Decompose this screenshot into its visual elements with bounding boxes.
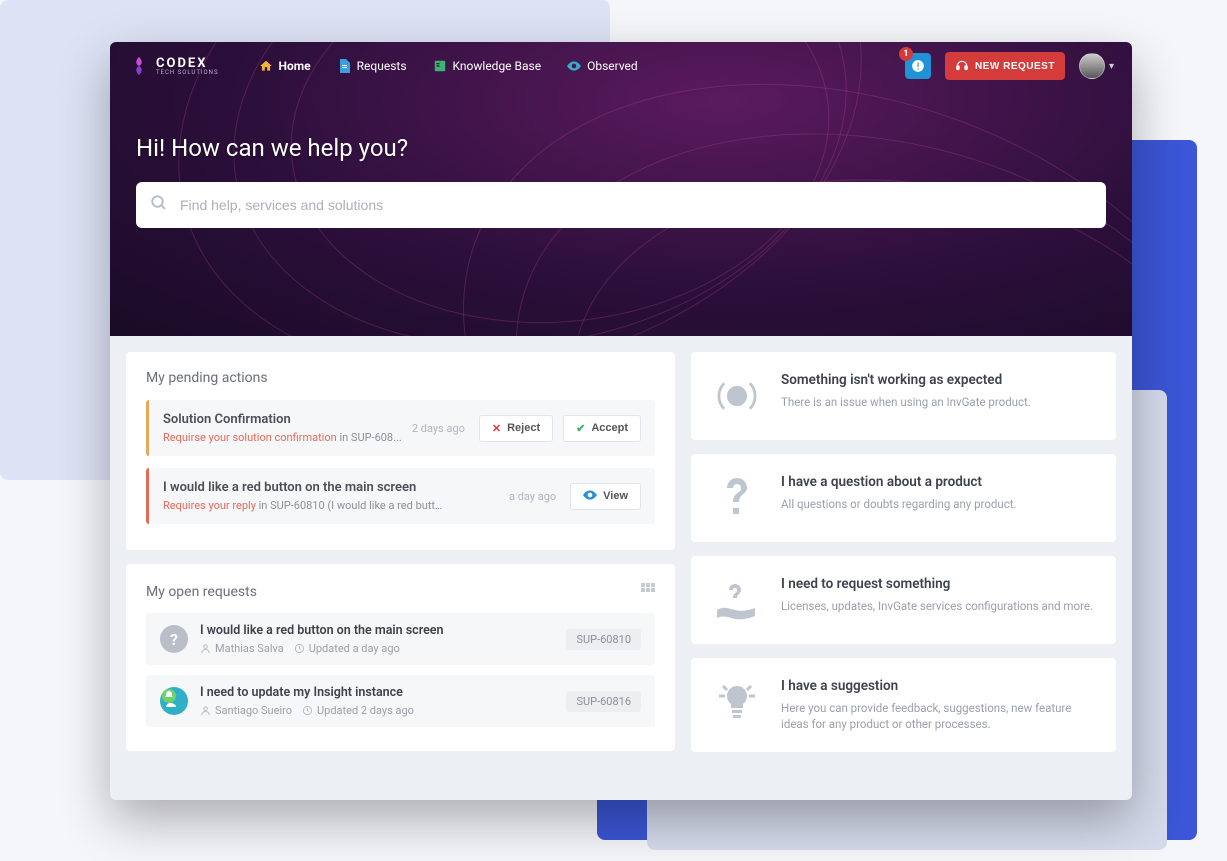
nav-knowledge-base[interactable]: Knowledge Base (431, 55, 544, 77)
open-requests-title: My open requests (146, 584, 257, 600)
book-icon (433, 59, 447, 73)
reject-button[interactable]: ✕ Reject (479, 415, 553, 442)
accept-button[interactable]: ✔ Accept (563, 415, 641, 442)
open-requests-panel: My open requests ? I would like a red bu… (126, 564, 675, 751)
grid-view-toggle[interactable] (641, 582, 655, 601)
pending-actions-title: My pending actions (146, 370, 655, 386)
nav-items: Home Requests Knowledge Base (257, 55, 640, 77)
request-meta: Mathias Salva Updated a day ago (200, 642, 554, 655)
request-title: I need to update my Insight instance (200, 685, 554, 700)
pending-actions-panel: My pending actions Solution Confirmation… (126, 352, 675, 550)
action-time: 2 days ago (412, 422, 465, 435)
action-subtitle: Requirse your solution confirmation in S… (163, 431, 402, 444)
clock-icon (294, 643, 305, 654)
action-subtitle: Requires your reply in SUP-60810 (I woul… (163, 499, 443, 512)
brand-tagline: TECH SOLUTIONS (156, 70, 219, 76)
app-window: CODEX TECH SOLUTIONS Home Requests (110, 42, 1132, 800)
open-request-card[interactable]: ? I would like a red button on the main … (146, 613, 655, 665)
logo-icon (128, 55, 150, 77)
view-button[interactable]: View (570, 483, 641, 510)
action-title: I would like a red button on the main sc… (163, 480, 499, 495)
top-navbar: CODEX TECH SOLUTIONS Home Requests (110, 42, 1132, 90)
category-desc: There is an issue when using an InvGate … (781, 394, 1031, 410)
new-request-label: NEW REQUEST (975, 61, 1055, 72)
nav-label: Observed (587, 59, 638, 73)
category-title: I have a question about a product (781, 474, 1017, 490)
category-title: I need to request something (781, 576, 1093, 592)
check-icon: ✔ (576, 422, 585, 435)
avatar (1079, 53, 1105, 79)
clock-icon (302, 705, 313, 716)
category-card-issue[interactable]: Something isn't working as expected Ther… (691, 352, 1116, 440)
brand-name: CODEX (156, 57, 219, 70)
new-request-button[interactable]: NEW REQUEST (945, 52, 1065, 80)
category-card-question[interactable]: I have a question about a product All qu… (691, 454, 1116, 542)
alert-icon (713, 372, 761, 420)
request-id-badge: SUP-60816 (566, 691, 641, 712)
user-icon (200, 705, 211, 716)
nav-label: Requests (357, 59, 407, 73)
pending-action-card[interactable]: Solution Confirmation Requirse your solu… (146, 400, 655, 456)
headset-icon (955, 59, 969, 73)
nav-label: Home (279, 59, 311, 73)
category-card-suggestion[interactable]: I have a suggestion Here you can provide… (691, 658, 1116, 752)
eye-icon (583, 490, 597, 503)
hero-title: Hi! How can we help you? (136, 134, 1106, 162)
category-desc: Licenses, updates, InvGate services conf… (781, 598, 1093, 614)
request-id-badge: SUP-60810 (566, 629, 641, 650)
hand-icon (713, 576, 761, 624)
nav-observed[interactable]: Observed (565, 55, 640, 77)
user-icon (200, 643, 211, 654)
bell-hand-icon (160, 687, 188, 715)
pending-action-card[interactable]: I would like a red button on the main sc… (146, 468, 655, 524)
brand-logo[interactable]: CODEX TECH SOLUTIONS (128, 55, 219, 77)
request-meta: Santiago Sueiro Updated 2 days ago (200, 704, 554, 717)
search-bar[interactable] (136, 182, 1106, 228)
home-icon (259, 59, 273, 73)
hero-banner: CODEX TECH SOLUTIONS Home Requests (110, 42, 1132, 336)
user-menu-button[interactable]: ▾ (1079, 53, 1114, 79)
category-title: I have a suggestion (781, 678, 1094, 694)
action-title: Solution Confirmation (163, 412, 402, 427)
category-desc: Here you can provide feedback, suggestio… (781, 700, 1094, 732)
category-card-request[interactable]: I need to request something Licenses, up… (691, 556, 1116, 644)
nav-label: Knowledge Base (453, 59, 542, 73)
lightbulb-icon (713, 678, 761, 726)
file-icon (337, 59, 351, 73)
chevron-down-icon: ▾ (1109, 61, 1114, 72)
nav-home[interactable]: Home (257, 55, 313, 77)
notification-button[interactable]: 1 (905, 53, 931, 79)
x-icon: ✕ (492, 422, 501, 435)
main-body: My pending actions Solution Confirmation… (110, 336, 1132, 768)
search-icon (150, 194, 168, 216)
question-icon: ? (160, 625, 188, 653)
request-title: I would like a red button on the main sc… (200, 623, 554, 638)
category-desc: All questions or doubts regarding any pr… (781, 496, 1017, 512)
nav-requests[interactable]: Requests (335, 55, 409, 77)
alert-icon (911, 59, 925, 73)
eye-icon (567, 59, 581, 73)
search-input[interactable] (180, 197, 1092, 213)
question-icon (713, 474, 761, 522)
notification-count-badge: 1 (899, 47, 913, 61)
open-request-card[interactable]: I need to update my Insight instance San… (146, 675, 655, 727)
category-title: Something isn't working as expected (781, 372, 1031, 388)
action-time: a day ago (509, 490, 556, 503)
